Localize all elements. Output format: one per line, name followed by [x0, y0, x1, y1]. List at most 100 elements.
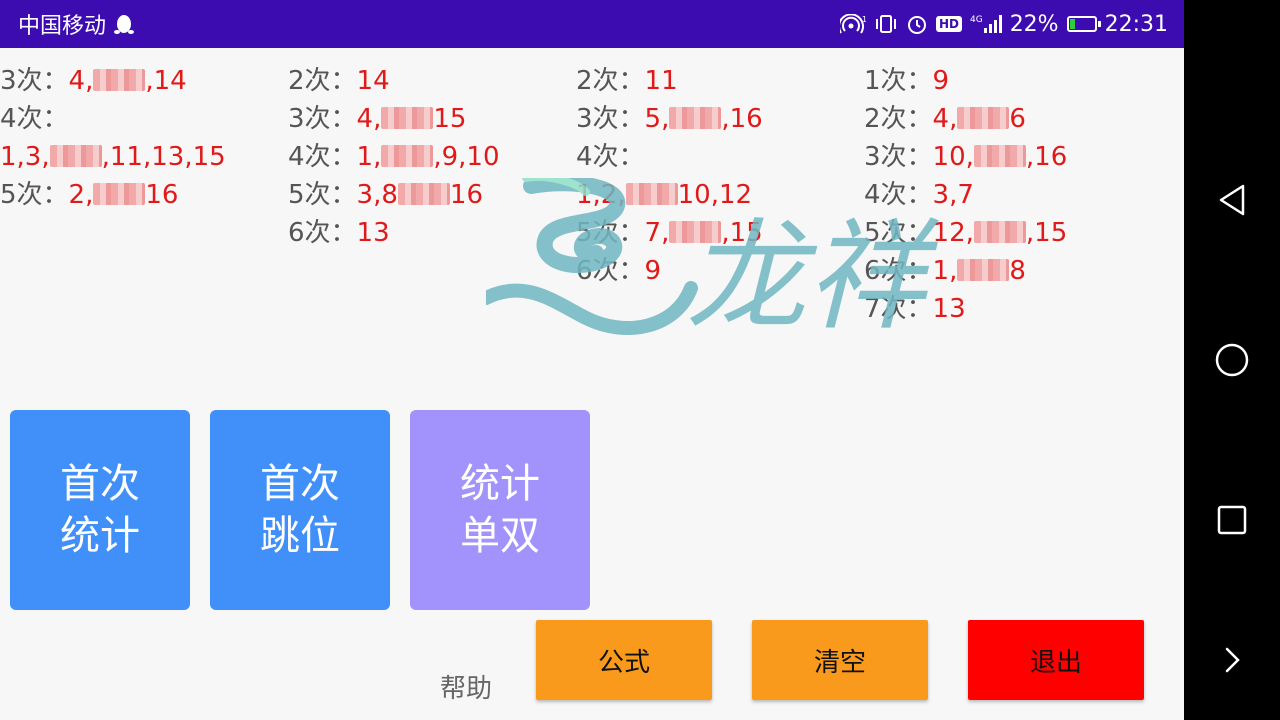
count-label: 2次：	[288, 66, 357, 96]
number-values: 1,2,	[576, 180, 626, 210]
navigation-bar	[1184, 0, 1280, 720]
number-values: 16	[449, 180, 483, 210]
number-values: 9	[644, 256, 662, 286]
result-row: 3次：4, ,14	[0, 62, 280, 100]
number-values: 10,	[932, 142, 974, 172]
number-values: 4,	[356, 104, 382, 134]
vibrate-icon	[875, 15, 896, 33]
result-column-4: 1次：9 2次：4, 6 3次：10, ,16 4次：3,7 5次：12, ,15 6次：1, 8…	[864, 62, 1144, 328]
redacted-numbers	[957, 259, 1010, 281]
redacted-numbers	[381, 107, 434, 129]
back-triangle-icon	[1219, 184, 1245, 216]
count-label: 3次：	[288, 104, 357, 134]
number-values: 11	[644, 66, 678, 96]
result-row: 7次：13	[864, 290, 1144, 328]
exit-button[interactable]: 退出	[968, 620, 1144, 700]
result-row: 2次：4, 6	[864, 100, 1144, 138]
count-label: 5次：	[864, 218, 933, 248]
signal-icon	[983, 15, 1002, 33]
redacted-numbers	[93, 69, 146, 91]
number-values: 13	[932, 294, 966, 324]
main-content: 3次：4, ,14 4次： 1,3, ,11,13,15 5次：2, 16 2次：14 3次：…	[0, 48, 1184, 720]
result-row: 6次：1, 8	[864, 252, 1144, 290]
number-values: 16	[145, 180, 179, 210]
count-label: 6次：	[864, 256, 933, 286]
redacted-numbers	[397, 183, 450, 205]
number-values: ,16	[721, 104, 763, 134]
status-bar: 中国移动 1 HD 4G 22% 22:31	[0, 0, 1184, 48]
result-row: 3次：5, ,16	[576, 100, 856, 138]
formula-button[interactable]: 公式	[536, 620, 712, 700]
home-button[interactable]	[1184, 320, 1280, 400]
number-values: 7,	[644, 218, 670, 248]
number-values: 1,	[932, 256, 958, 286]
result-row: 5次：2, 16	[0, 176, 280, 214]
number-values: ,11,13,15	[101, 142, 226, 172]
number-values: ,15	[721, 218, 763, 248]
first-stats-button[interactable]: 首次 统计	[10, 410, 190, 610]
count-label: 5次：	[576, 218, 645, 248]
result-column-1: 3次：4, ,14 4次： 1,3, ,11,13,15 5次：2, 16	[0, 62, 280, 214]
result-column-3: 2次：11 3次：5, ,16 4次： 1,2, 10,12 5次：7, ,15 6次：9	[576, 62, 856, 290]
redacted-numbers	[973, 145, 1026, 167]
redacted-numbers	[93, 183, 146, 205]
svg-text:1: 1	[862, 15, 866, 24]
count-label: 6次：	[576, 256, 645, 286]
number-values: 1,	[356, 142, 382, 172]
count-label: 3次：	[576, 104, 645, 134]
number-values: 12,	[932, 218, 974, 248]
home-circle-icon	[1215, 343, 1249, 377]
count-label: 5次：	[0, 180, 69, 210]
recents-button[interactable]	[1184, 480, 1280, 560]
result-row: 3次：10, ,16	[864, 138, 1144, 176]
help-link[interactable]: 帮助	[440, 668, 492, 705]
result-row: 5次：7, ,15	[576, 214, 856, 252]
redacted-numbers	[625, 183, 678, 205]
result-row: 5次：3,8 16	[288, 176, 568, 214]
number-values: 6	[1009, 104, 1026, 134]
result-row: 4次：3,7	[864, 176, 1144, 214]
number-values: ,9,10	[433, 142, 500, 172]
battery-icon	[1066, 16, 1101, 32]
result-row: 1,3, ,11,13,15	[0, 138, 280, 176]
count-label: 4次：	[576, 142, 645, 172]
clear-button[interactable]: 清空	[752, 620, 928, 700]
count-label: 6次：	[288, 218, 357, 248]
redacted-numbers	[49, 145, 102, 167]
chevron-right-icon	[1225, 647, 1240, 673]
back-button[interactable]	[1184, 160, 1280, 240]
hotspot-icon: 1	[839, 14, 866, 34]
count-label: 3次：	[0, 66, 69, 96]
number-values: 14	[356, 66, 390, 96]
alarm-icon	[907, 16, 926, 34]
number-values: 4,	[932, 104, 958, 134]
redacted-numbers	[669, 107, 722, 129]
count-label: 4次：	[864, 180, 933, 210]
result-row: 1,2, 10,12	[576, 176, 856, 214]
number-values: 3,8	[356, 180, 398, 210]
count-label: 5次：	[288, 180, 357, 210]
number-values: ,16	[1025, 142, 1068, 172]
result-column-2: 2次：14 3次：4, 15 4次：1, ,9,10 5次：3,8 16 6次：13	[288, 62, 568, 252]
count-label: 3次：	[864, 142, 933, 172]
expand-nav-button[interactable]	[1184, 620, 1280, 700]
result-row: 3次：4, 15	[288, 100, 568, 138]
hd-voice-icon: HD	[935, 16, 962, 32]
count-label: 2次：	[576, 66, 645, 96]
number-values: 15	[433, 104, 467, 134]
number-values: 4,	[68, 66, 94, 96]
number-values: 8	[1009, 256, 1026, 286]
number-values: 13	[356, 218, 390, 248]
result-row: 5次：12, ,15	[864, 214, 1144, 252]
count-label: 4次：	[288, 142, 357, 172]
result-row: 4次：	[0, 100, 280, 138]
status-right: 1 HD 4G 22% 22:31	[839, 12, 1168, 37]
stats-odd-even-button[interactable]: 统计 单双	[410, 410, 590, 610]
result-row: 4次：	[576, 138, 856, 176]
first-jump-button[interactable]: 首次 跳位	[210, 410, 390, 610]
number-values: 2,	[68, 180, 94, 210]
qq-penguin-icon	[114, 15, 135, 34]
count-label: 1次：	[864, 66, 933, 96]
redacted-numbers	[381, 145, 434, 167]
recents-square-icon	[1217, 505, 1247, 535]
